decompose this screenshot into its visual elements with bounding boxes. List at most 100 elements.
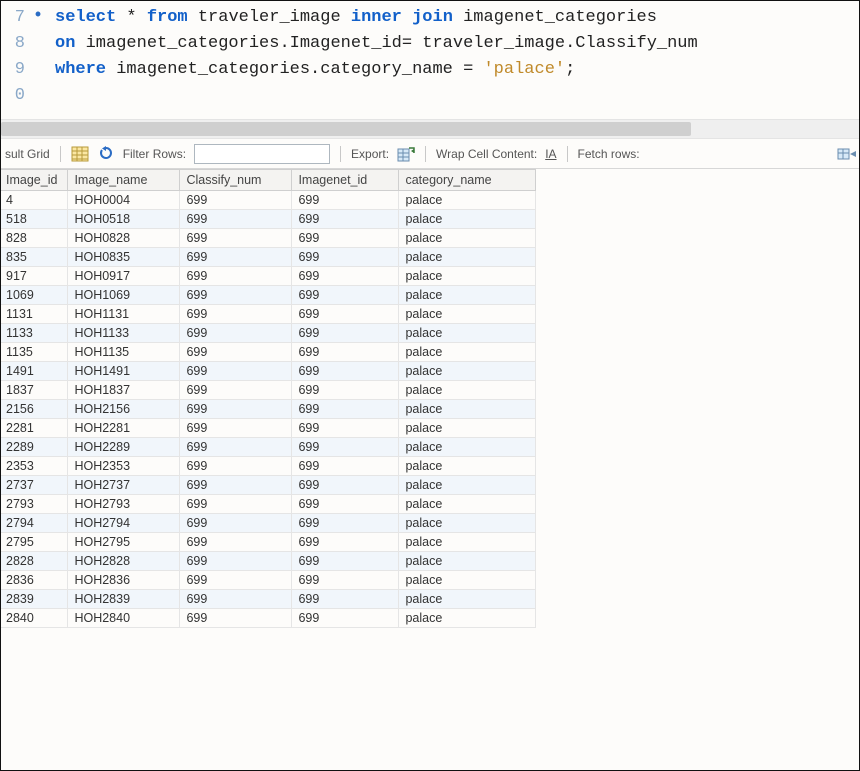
- table-cell[interactable]: 699: [292, 552, 399, 571]
- table-cell[interactable]: HOH0828: [68, 229, 180, 248]
- table-cell[interactable]: 699: [292, 514, 399, 533]
- table-cell[interactable]: palace: [399, 495, 536, 514]
- table-cell[interactable]: 699: [180, 533, 292, 552]
- table-cell[interactable]: HOH1135: [68, 343, 180, 362]
- table-cell[interactable]: 699: [180, 552, 292, 571]
- table-cell[interactable]: palace: [399, 533, 536, 552]
- wrap-cell-value[interactable]: IA: [545, 147, 556, 161]
- table-cell[interactable]: palace: [399, 305, 536, 324]
- fetch-more-rows-icon[interactable]: [837, 146, 855, 162]
- column-header[interactable]: Image_name: [68, 170, 180, 191]
- table-cell[interactable]: 2156: [1, 400, 68, 419]
- table-row[interactable]: 1135HOH1135699699palace: [1, 343, 536, 362]
- table-row[interactable]: 518HOH0518699699palace: [1, 210, 536, 229]
- table-cell[interactable]: HOH2353: [68, 457, 180, 476]
- editor-horizontal-scrollbar[interactable]: [1, 119, 859, 139]
- code-text[interactable]: on imagenet_categories.Imagenet_id= trav…: [45, 31, 698, 57]
- table-cell[interactable]: 2836: [1, 571, 68, 590]
- table-cell[interactable]: 699: [292, 590, 399, 609]
- table-cell[interactable]: HOH0917: [68, 267, 180, 286]
- table-cell[interactable]: HOH2737: [68, 476, 180, 495]
- table-cell[interactable]: 835: [1, 248, 68, 267]
- table-row[interactable]: 917HOH0917699699palace: [1, 267, 536, 286]
- table-cell[interactable]: 699: [180, 191, 292, 210]
- table-cell[interactable]: 699: [292, 419, 399, 438]
- table-row[interactable]: 2836HOH2836699699palace: [1, 571, 536, 590]
- table-cell[interactable]: 699: [292, 210, 399, 229]
- code-text[interactable]: where imagenet_categories.category_name …: [45, 57, 575, 83]
- table-cell[interactable]: palace: [399, 210, 536, 229]
- table-row[interactable]: 2828HOH2828699699palace: [1, 552, 536, 571]
- table-cell[interactable]: HOH1837: [68, 381, 180, 400]
- table-cell[interactable]: palace: [399, 229, 536, 248]
- refresh-icon[interactable]: [97, 146, 115, 162]
- table-cell[interactable]: HOH0518: [68, 210, 180, 229]
- table-cell[interactable]: palace: [399, 457, 536, 476]
- table-cell[interactable]: HOH2839: [68, 590, 180, 609]
- table-cell[interactable]: 699: [292, 267, 399, 286]
- table-cell[interactable]: palace: [399, 419, 536, 438]
- table-row[interactable]: 2353HOH2353699699palace: [1, 457, 536, 476]
- table-row[interactable]: 2281HOH2281699699palace: [1, 419, 536, 438]
- table-row[interactable]: 2795HOH2795699699palace: [1, 533, 536, 552]
- table-cell[interactable]: palace: [399, 381, 536, 400]
- table-cell[interactable]: palace: [399, 286, 536, 305]
- table-cell[interactable]: HOH1069: [68, 286, 180, 305]
- editor-line[interactable]: 0: [1, 83, 859, 109]
- table-cell[interactable]: 699: [180, 286, 292, 305]
- table-cell[interactable]: 699: [292, 438, 399, 457]
- table-cell[interactable]: palace: [399, 514, 536, 533]
- table-cell[interactable]: 699: [292, 324, 399, 343]
- table-cell[interactable]: 2793: [1, 495, 68, 514]
- table-cell[interactable]: 2795: [1, 533, 68, 552]
- table-cell[interactable]: 2353: [1, 457, 68, 476]
- table-cell[interactable]: 699: [292, 229, 399, 248]
- table-cell[interactable]: 699: [292, 191, 399, 210]
- table-cell[interactable]: palace: [399, 590, 536, 609]
- table-cell[interactable]: 1135: [1, 343, 68, 362]
- table-cell[interactable]: HOH2289: [68, 438, 180, 457]
- table-cell[interactable]: 699: [180, 210, 292, 229]
- table-cell[interactable]: 699: [292, 400, 399, 419]
- table-cell[interactable]: 699: [180, 400, 292, 419]
- filter-rows-input[interactable]: [194, 144, 330, 164]
- table-cell[interactable]: 699: [292, 609, 399, 628]
- table-cell[interactable]: 518: [1, 210, 68, 229]
- scrollbar-thumb[interactable]: [1, 122, 691, 136]
- table-cell[interactable]: 699: [180, 457, 292, 476]
- grid-view-icon[interactable]: [71, 146, 89, 162]
- table-cell[interactable]: 699: [292, 533, 399, 552]
- table-cell[interactable]: palace: [399, 248, 536, 267]
- table-cell[interactable]: 699: [292, 343, 399, 362]
- table-cell[interactable]: 699: [180, 381, 292, 400]
- table-cell[interactable]: 1491: [1, 362, 68, 381]
- table-cell[interactable]: 2281: [1, 419, 68, 438]
- table-row[interactable]: 2839HOH2839699699palace: [1, 590, 536, 609]
- table-cell[interactable]: palace: [399, 400, 536, 419]
- table-row[interactable]: 1491HOH1491699699palace: [1, 362, 536, 381]
- export-icon[interactable]: [397, 146, 415, 162]
- table-cell[interactable]: HOH0004: [68, 191, 180, 210]
- table-cell[interactable]: 699: [292, 305, 399, 324]
- table-cell[interactable]: 699: [180, 590, 292, 609]
- table-cell[interactable]: 1069: [1, 286, 68, 305]
- table-cell[interactable]: HOH0835: [68, 248, 180, 267]
- table-cell[interactable]: HOH2836: [68, 571, 180, 590]
- table-cell[interactable]: palace: [399, 476, 536, 495]
- table-cell[interactable]: 699: [180, 248, 292, 267]
- table-row[interactable]: 1837HOH1837699699palace: [1, 381, 536, 400]
- table-cell[interactable]: HOH1491: [68, 362, 180, 381]
- table-cell[interactable]: HOH2795: [68, 533, 180, 552]
- table-cell[interactable]: palace: [399, 343, 536, 362]
- table-cell[interactable]: 699: [180, 514, 292, 533]
- table-cell[interactable]: HOH2840: [68, 609, 180, 628]
- table-cell[interactable]: palace: [399, 438, 536, 457]
- table-cell[interactable]: 699: [180, 476, 292, 495]
- sql-editor[interactable]: 7•select * from traveler_image inner joi…: [1, 1, 859, 115]
- table-cell[interactable]: HOH2281: [68, 419, 180, 438]
- editor-line[interactable]: 8on imagenet_categories.Imagenet_id= tra…: [1, 31, 859, 57]
- table-cell[interactable]: 699: [180, 438, 292, 457]
- code-text[interactable]: select * from traveler_image inner join …: [45, 5, 657, 31]
- table-cell[interactable]: 2839: [1, 590, 68, 609]
- table-cell[interactable]: 1133: [1, 324, 68, 343]
